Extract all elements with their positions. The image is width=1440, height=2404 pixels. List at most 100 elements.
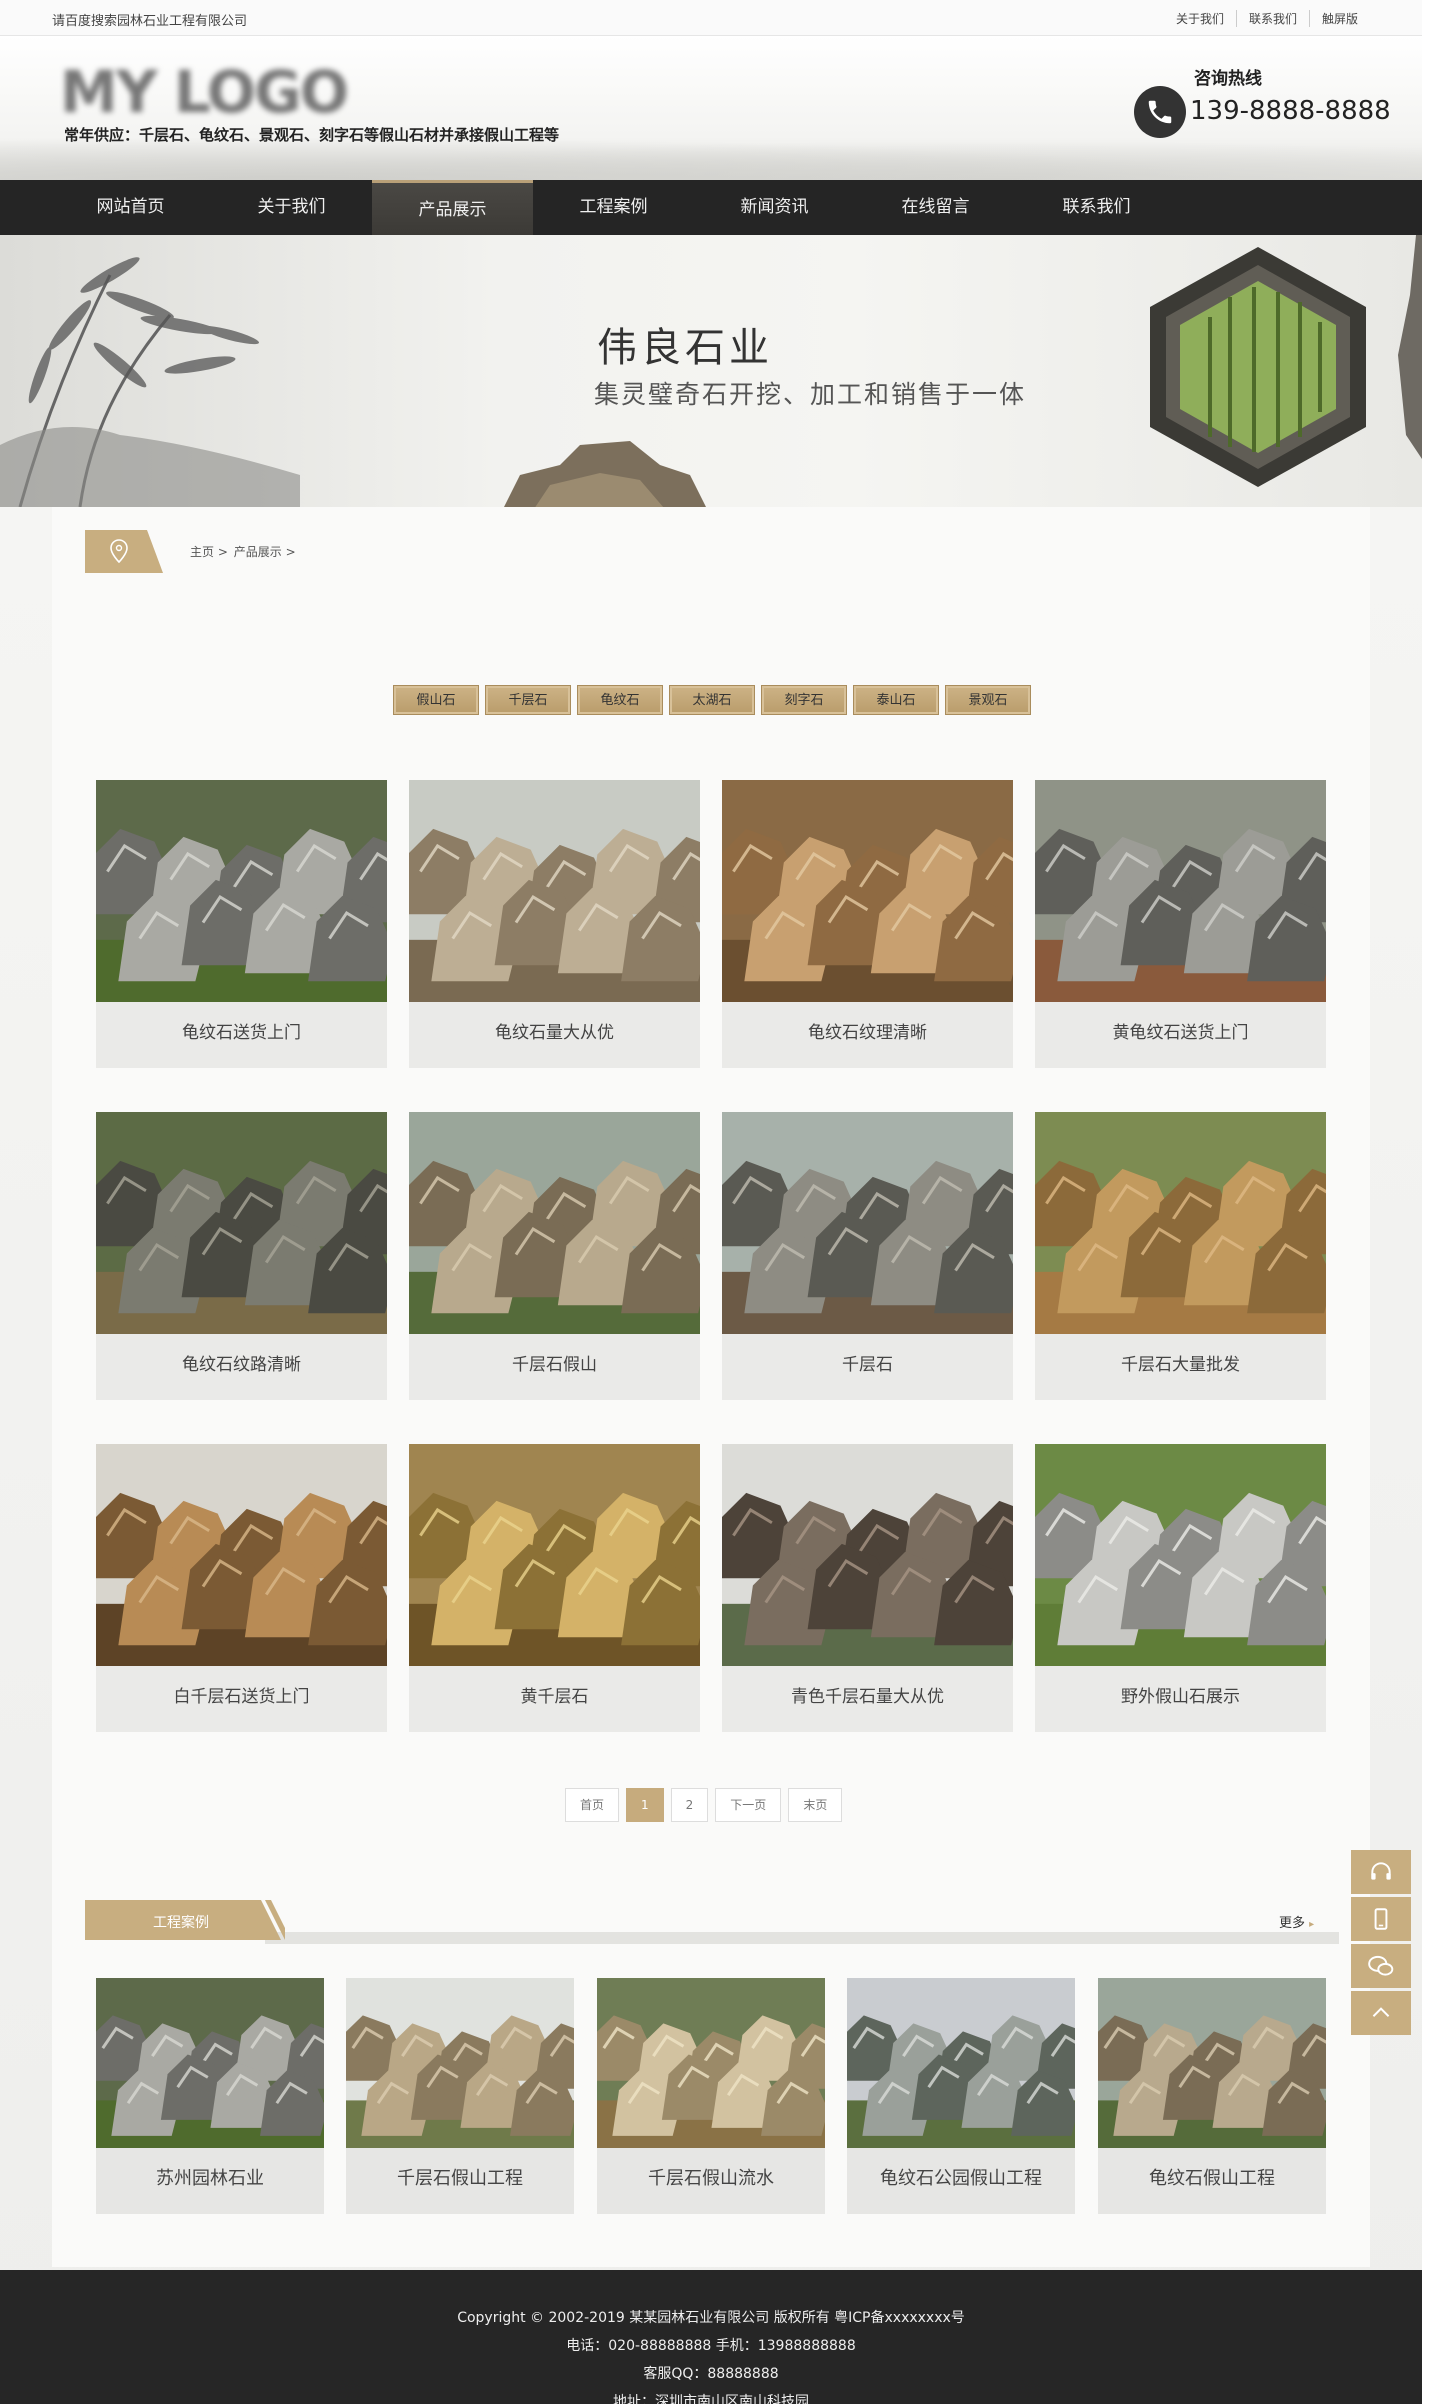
mobile-button[interactable] <box>1351 1897 1411 1941</box>
product-title[interactable]: 青色千层石量大从优 <box>722 1666 1013 1732</box>
product-title[interactable]: 黄龟纹石送货上门 <box>1035 1002 1326 1068</box>
product-image[interactable] <box>409 780 700 1002</box>
product-card[interactable]: 千层石大量批发 <box>1035 1112 1326 1400</box>
banner: 伟良石业 集灵璧奇石开挖、加工和销售于一体 <box>0 235 1422 507</box>
banner-title: 伟良石业 <box>597 325 773 371</box>
category-qianceng[interactable]: 千层石 <box>485 685 571 715</box>
product-image[interactable] <box>96 1112 387 1334</box>
product-card[interactable]: 千层石 <box>722 1112 1013 1400</box>
case-title[interactable]: 千层石假山流水 <box>597 2148 825 2214</box>
main-nav: 网站首页 关于我们 产品展示 工程案例 新闻资讯 在线留言 联系我们 <box>0 180 1422 235</box>
nav-cases[interactable]: 工程案例 <box>533 180 694 235</box>
product-card[interactable]: 龟纹石送货上门 <box>96 780 387 1068</box>
more-label: 更多 <box>1279 1916 1306 1931</box>
product-title[interactable]: 野外假山石展示 <box>1035 1666 1326 1732</box>
product-card[interactable]: 黄龟纹石送货上门 <box>1035 780 1326 1068</box>
product-title[interactable]: 黄千层石 <box>409 1666 700 1732</box>
nav-about[interactable]: 关于我们 <box>211 180 372 235</box>
product-image[interactable] <box>1035 1444 1326 1666</box>
site-logo[interactable]: MY LOGO <box>60 58 349 126</box>
product-image[interactable] <box>1035 1112 1326 1334</box>
product-title[interactable]: 龟纹石送货上门 <box>96 1002 387 1068</box>
category-jiashan[interactable]: 假山石 <box>393 685 479 715</box>
footer-contact: 电话：020-88888888 手机：13988888888 <box>566 2338 856 2354</box>
banner-rock-right <box>1398 235 1422 459</box>
product-image[interactable] <box>96 780 387 1002</box>
case-card[interactable]: 苏州园林石业 <box>96 1978 324 2214</box>
breadcrumb: 主页 > 产品展示 > <box>190 543 298 560</box>
pager-page-1[interactable]: 1 <box>626 1788 664 1822</box>
category-taishan[interactable]: 泰山石 <box>853 685 939 715</box>
product-title[interactable]: 千层石大量批发 <box>1035 1334 1326 1400</box>
product-image[interactable] <box>96 1444 387 1666</box>
footer: Copyright © 2002-2019 某某园林石业有限公司 版权所有 粤I… <box>0 2270 1422 2404</box>
category-bar: 假山石 千层石 龟纹石 太湖石 刻字石 泰山石 景观石 <box>393 685 1031 715</box>
banner-rocks <box>504 441 706 507</box>
nav-news[interactable]: 新闻资讯 <box>694 180 855 235</box>
category-jingguan[interactable]: 景观石 <box>945 685 1031 715</box>
breadcrumb-home[interactable]: 主页 <box>190 545 214 559</box>
nav-products[interactable]: 产品展示 <box>372 180 533 235</box>
case-card[interactable]: 龟纹石公园假山工程 <box>847 1978 1075 2214</box>
top-link-contact[interactable]: 联系我们 <box>1235 10 1309 27</box>
product-card[interactable]: 白千层石送货上门 <box>96 1444 387 1732</box>
pager-next[interactable]: 下一页 <box>715 1788 782 1822</box>
case-image[interactable] <box>346 1978 574 2148</box>
wechat-icon <box>1368 1955 1394 1976</box>
product-card[interactable]: 龟纹石纹路清晰 <box>96 1112 387 1400</box>
product-image[interactable] <box>409 1444 700 1666</box>
headset-icon <box>1371 1862 1391 1880</box>
product-card[interactable]: 青色千层石量大从优 <box>722 1444 1013 1732</box>
case-title[interactable]: 苏州园林石业 <box>96 2148 324 2214</box>
product-image[interactable] <box>409 1112 700 1334</box>
product-card[interactable]: 龟纹石量大从优 <box>409 780 700 1068</box>
product-title[interactable]: 千层石假山 <box>409 1334 700 1400</box>
product-card[interactable]: 千层石假山 <box>409 1112 700 1400</box>
back-to-top-button[interactable] <box>1351 1991 1411 2035</box>
category-taihu[interactable]: 太湖石 <box>669 685 755 715</box>
case-title[interactable]: 龟纹石假山工程 <box>1098 2148 1326 2214</box>
top-link-mobile[interactable]: 触屏版 <box>1308 10 1370 27</box>
hotline-number: 139-8888-8888 <box>1190 96 1391 126</box>
nav-home[interactable]: 网站首页 <box>50 180 211 235</box>
case-image[interactable] <box>847 1978 1075 2148</box>
category-kezi[interactable]: 刻字石 <box>761 685 847 715</box>
breadcrumb-sep: > <box>217 545 228 559</box>
product-image[interactable] <box>1035 780 1326 1002</box>
nav-message[interactable]: 在线留言 <box>855 180 1016 235</box>
product-image[interactable] <box>722 1444 1013 1666</box>
banner-subtitle: 集灵璧奇石开挖、加工和销售于一体 <box>594 380 1027 409</box>
case-title[interactable]: 千层石假山工程 <box>346 2148 574 2214</box>
case-image[interactable] <box>1098 1978 1326 2148</box>
top-link-about[interactable]: 关于我们 <box>1164 10 1236 27</box>
pager-page-2[interactable]: 2 <box>670 1788 709 1822</box>
header: MY LOGO 常年供应：千层石、龟纹石、景观石、刻字石等假山石材并承接假山工程… <box>0 36 1422 180</box>
right-gutter <box>1422 0 1440 2404</box>
product-title[interactable]: 龟纹石量大从优 <box>409 1002 700 1068</box>
product-image[interactable] <box>722 1112 1013 1334</box>
product-image[interactable] <box>722 780 1013 1002</box>
case-card[interactable]: 千层石假山工程 <box>346 1978 574 2214</box>
side-float-bar <box>1351 1850 1411 2038</box>
cases-more-link[interactable]: 更多 ▸ <box>1279 1912 1314 1931</box>
case-card[interactable]: 千层石假山流水 <box>597 1978 825 2214</box>
product-title[interactable]: 千层石 <box>722 1334 1013 1400</box>
nav-contact[interactable]: 联系我们 <box>1016 180 1177 235</box>
product-title[interactable]: 龟纹石纹理清晰 <box>722 1002 1013 1068</box>
case-image[interactable] <box>96 1978 324 2148</box>
case-card[interactable]: 龟纹石假山工程 <box>1098 1978 1326 2214</box>
product-card[interactable]: 野外假山石展示 <box>1035 1444 1326 1732</box>
pager-first[interactable]: 首页 <box>565 1788 620 1822</box>
case-image[interactable] <box>597 1978 825 2148</box>
customer-service-button[interactable] <box>1351 1850 1411 1894</box>
product-card[interactable]: 龟纹石纹理清晰 <box>722 780 1013 1068</box>
wechat-button[interactable] <box>1351 1944 1411 1988</box>
breadcrumb-current[interactable]: 产品展示 <box>234 545 282 559</box>
product-card[interactable]: 黄千层石 <box>409 1444 700 1732</box>
category-guiwen[interactable]: 龟纹石 <box>577 685 663 715</box>
pager-last[interactable]: 末页 <box>788 1788 843 1822</box>
product-title[interactable]: 龟纹石纹路清晰 <box>96 1334 387 1400</box>
case-title[interactable]: 龟纹石公园假山工程 <box>847 2148 1075 2214</box>
chevron-right-icon: ▸ <box>1309 1919 1315 1930</box>
product-title[interactable]: 白千层石送货上门 <box>96 1666 387 1732</box>
